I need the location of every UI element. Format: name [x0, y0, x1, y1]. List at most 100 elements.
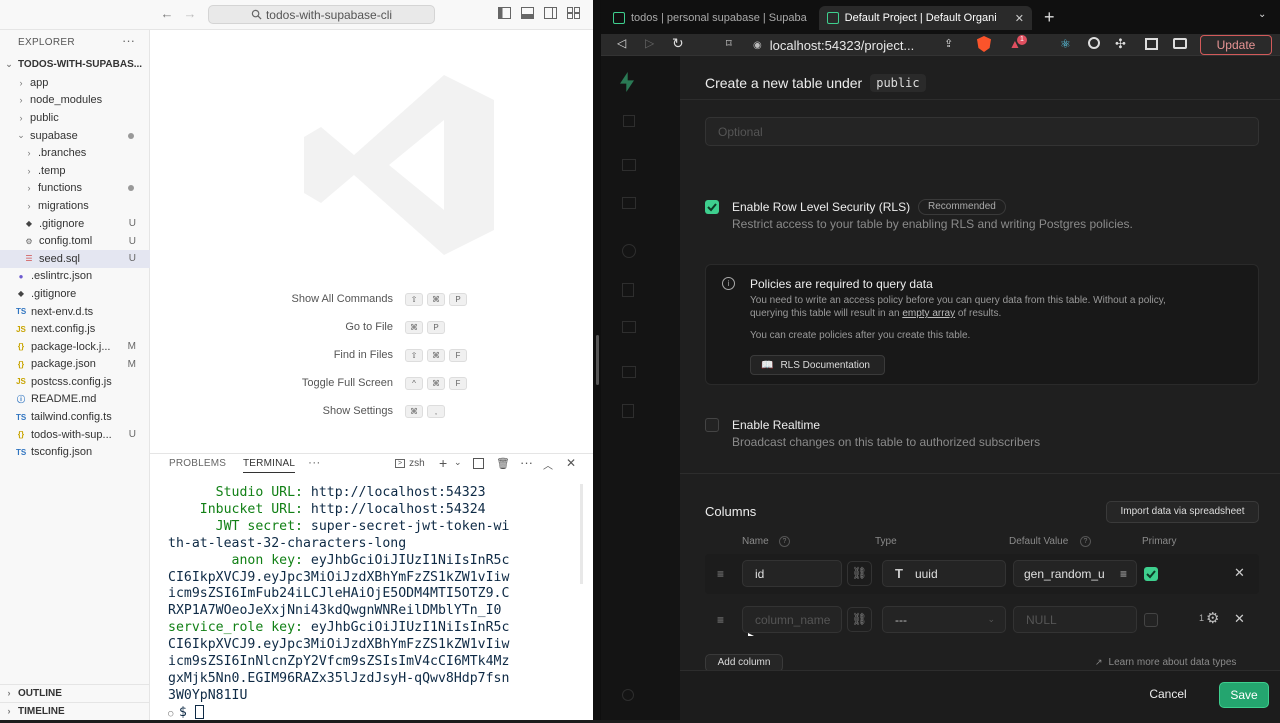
rls-documentation-button[interactable]: 📖 RLS Documentation	[750, 355, 885, 375]
terminal-scrollbar[interactable]	[580, 484, 583, 584]
realtime-checkbox[interactable]	[705, 418, 719, 432]
split-terminal-icon[interactable]	[473, 458, 484, 469]
terminal-output[interactable]: Studio URL: http://localhost:54323 Inbuc…	[168, 485, 580, 723]
divider-handle[interactable]	[596, 335, 599, 385]
column-name-input[interactable]: column_name	[742, 606, 842, 633]
import-spreadsheet-button[interactable]: Import data via spreadsheet	[1106, 501, 1259, 523]
help-icon[interactable]: ?	[1080, 536, 1091, 547]
folder-item[interactable]: ⌄ supabase	[0, 127, 150, 145]
brave-shields-icon[interactable]	[977, 36, 991, 52]
toggle-sidebar-icon[interactable]	[497, 7, 511, 21]
back-arrow-icon[interactable]: ←	[160, 7, 174, 21]
panel-more-actions-icon[interactable]: ···	[520, 455, 533, 470]
tab-search-icon[interactable]: ⌄	[1258, 9, 1266, 20]
toggle-secondary-sidebar-icon[interactable]	[543, 7, 557, 21]
terminal-dropdown-icon[interactable]: ⌄	[454, 457, 462, 468]
list-icon[interactable]: ≡	[1120, 567, 1127, 581]
folder-item[interactable]: › .branches	[0, 144, 150, 162]
column-type-select[interactable]: --- ⌄	[882, 606, 1006, 633]
file-item[interactable]: JS postcss.config.js	[0, 373, 150, 391]
file-item[interactable]: TS tsconfig.json	[0, 443, 150, 461]
default-value-input[interactable]: NULL	[1013, 606, 1137, 633]
file-item[interactable]: ◆ .gitignore U	[0, 215, 150, 233]
tab-problems[interactable]: PROBLEMS	[169, 458, 226, 469]
site-info-icon[interactable]: ◉	[753, 40, 762, 51]
file-item[interactable]: {} package-lock.j... M	[0, 338, 150, 356]
foreign-key-link-icon[interactable]: ⛓	[847, 561, 872, 586]
file-item[interactable]: ⚙ config.toml U	[0, 232, 150, 250]
browser-tab-2[interactable]: Default Project | Default Organi ✕	[819, 6, 1032, 30]
remove-column-icon[interactable]: ✕	[1234, 565, 1245, 581]
folder-item[interactable]: › app	[0, 74, 150, 92]
rls-checkbox[interactable]	[705, 200, 719, 214]
address-bar[interactable]: ◉ localhost:54323/project...	[753, 34, 971, 56]
file-item[interactable]: ⓘ README.md	[0, 391, 150, 409]
logs-icon[interactable]	[622, 366, 636, 378]
home-icon[interactable]	[623, 115, 635, 127]
workspace-root[interactable]: ⌄ TODOS-WITH-SUPABAS...	[0, 56, 150, 74]
forward-arrow-icon[interactable]: →	[183, 7, 197, 21]
sidebar-icon[interactable]	[1145, 38, 1158, 50]
file-item[interactable]: {} todos-with-sup... U	[0, 426, 150, 444]
table-editor-icon[interactable]	[622, 159, 636, 171]
file-item[interactable]: ◆ .gitignore	[0, 285, 150, 303]
new-tab-icon[interactable]: +	[1044, 7, 1055, 28]
docs-icon[interactable]	[622, 404, 634, 418]
terminal-shell-selector[interactable]: > zsh	[395, 458, 425, 469]
more-actions-icon[interactable]: ···	[122, 33, 135, 48]
column-name-input[interactable]: id	[742, 560, 842, 587]
file-item[interactable]: ☰ seed.sql U	[0, 249, 150, 268]
drag-handle-icon[interactable]: ≡	[717, 613, 724, 627]
wallet-icon[interactable]	[1173, 38, 1187, 49]
folder-item[interactable]: › node_modules	[0, 92, 150, 110]
settings-icon[interactable]	[622, 689, 634, 701]
drag-handle-icon[interactable]: ≡	[717, 567, 724, 581]
empty-array-link[interactable]: empty array	[902, 308, 955, 319]
maximize-panel-icon[interactable]: ︿	[543, 457, 553, 472]
trash-icon[interactable]: 🗑	[496, 457, 510, 470]
learn-more-link[interactable]: ↗ Learn more about data types	[1095, 657, 1236, 668]
description-input[interactable]: Optional	[705, 117, 1259, 146]
save-button[interactable]: Save	[1219, 682, 1269, 708]
file-item[interactable]: {} package.json M	[0, 356, 150, 374]
close-panel-icon[interactable]: ✕	[566, 456, 576, 470]
react-devtools-icon[interactable]: ⚛	[1060, 37, 1071, 51]
file-item[interactable]: TS tailwind.config.ts	[0, 408, 150, 426]
folder-item[interactable]: › public	[0, 109, 150, 127]
folder-item[interactable]: › .temp	[0, 162, 150, 180]
reload-icon[interactable]: ↻	[672, 35, 684, 52]
extension-icon[interactable]	[1088, 37, 1100, 49]
default-value-input[interactable]: gen_random_u ≡	[1013, 560, 1137, 587]
outline-section[interactable]: › OUTLINE	[0, 684, 150, 702]
gear-icon[interactable]: ⚙	[1206, 609, 1219, 627]
new-terminal-icon[interactable]: +	[439, 455, 447, 471]
file-item[interactable]: ● .eslintrc.json	[0, 268, 150, 286]
browser-tab-1[interactable]: todos | personal supabase | Supaba	[605, 6, 817, 30]
timeline-section[interactable]: › TIMELINE	[0, 702, 150, 720]
folder-item[interactable]: › migrations	[0, 197, 150, 215]
foreign-key-link-icon[interactable]: ⛓	[847, 607, 872, 632]
bookmark-icon[interactable]: ⌑	[726, 37, 732, 50]
cancel-button[interactable]: Cancel	[1137, 682, 1199, 708]
file-item[interactable]: TS next-env.d.ts	[0, 303, 150, 321]
tab-terminal[interactable]: TERMINAL	[243, 458, 296, 473]
close-tab-icon[interactable]: ✕	[1015, 12, 1024, 25]
folder-item[interactable]: › functions	[0, 180, 150, 198]
terminal-prompt[interactable]: ○ $	[168, 704, 580, 723]
auth-icon[interactable]	[622, 283, 634, 297]
extensions-puzzle-icon[interactable]: ✣	[1115, 36, 1126, 52]
share-icon[interactable]: ⇪	[944, 37, 953, 50]
customize-layout-icon[interactable]	[566, 7, 580, 21]
panel-more-icon[interactable]: ···	[308, 455, 321, 469]
database-icon[interactable]	[622, 244, 636, 258]
back-icon[interactable]: ◁	[617, 36, 626, 50]
primary-checkbox[interactable]	[1144, 613, 1158, 627]
remove-column-icon[interactable]: ✕	[1234, 611, 1245, 627]
update-button[interactable]: Update	[1200, 35, 1272, 55]
column-type-select[interactable]: T uuid	[882, 560, 1006, 587]
supabase-logo-icon[interactable]	[620, 72, 634, 92]
command-center-search[interactable]: todos-with-supabase-cli	[208, 5, 435, 24]
sql-editor-icon[interactable]	[622, 197, 636, 209]
toggle-panel-icon[interactable]	[520, 7, 534, 21]
help-icon[interactable]: ?	[779, 536, 790, 547]
